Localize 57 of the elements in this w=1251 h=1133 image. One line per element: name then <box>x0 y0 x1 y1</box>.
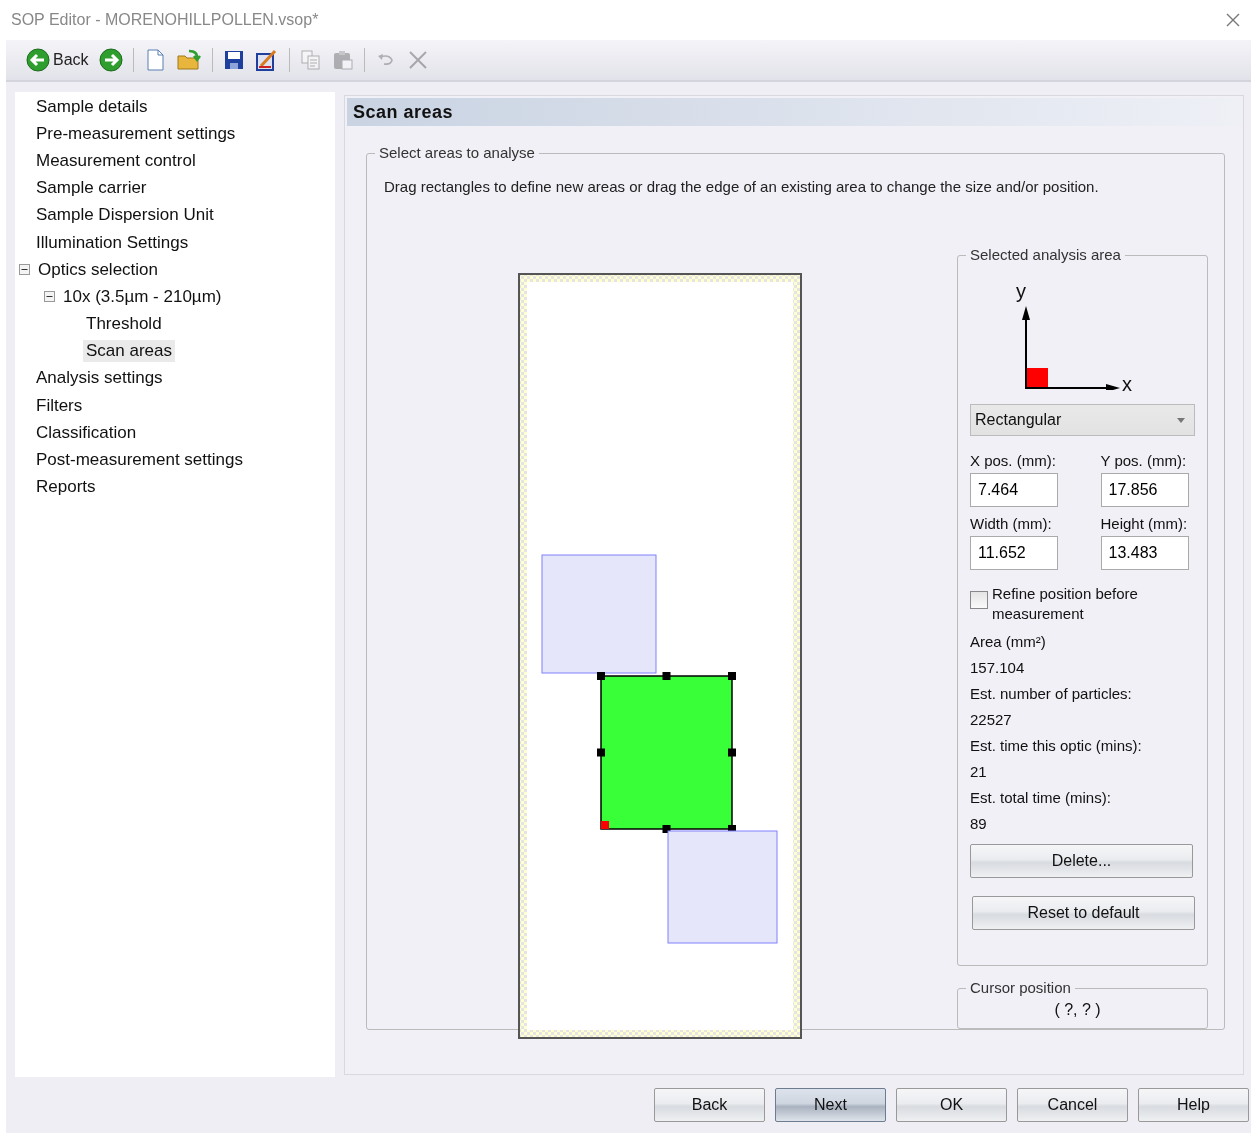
selected-scan-area[interactable] <box>597 672 736 833</box>
tree-item[interactable]: Scan areas <box>83 340 175 363</box>
checkbox[interactable] <box>970 591 988 609</box>
tree-item[interactable]: Optics selection <box>35 258 161 281</box>
dialog-button[interactable]: Next <box>775 1088 886 1122</box>
group-title: Select areas to analyse <box>375 144 539 161</box>
stat-value: 21 <box>970 763 988 780</box>
back-button[interactable]: Back <box>24 46 91 74</box>
field-label: X pos. (mm): <box>970 452 1057 469</box>
dialog-button[interactable]: Help <box>1138 1088 1249 1122</box>
dialog-button[interactable]: Back <box>654 1088 765 1122</box>
input-field[interactable]: 11.652 <box>970 536 1058 570</box>
checkbox-label[interactable]: Refine position before measurement <box>992 584 1162 624</box>
tree-item[interactable]: Illumination Settings <box>33 231 192 254</box>
tree-item[interactable]: Post-measurement settings <box>33 449 246 472</box>
stat-label: Area (mm²) <box>970 633 1047 650</box>
delete-button[interactable]: Delete... <box>970 844 1193 878</box>
stat-value: 22527 <box>970 711 1013 728</box>
group-title: Cursor position <box>966 979 1075 996</box>
sample-carrier-drawing[interactable] <box>518 273 802 1039</box>
tree-item[interactable]: Measurement control <box>33 149 199 172</box>
dropdown-arrow-icon <box>1177 417 1185 423</box>
tree-item[interactable]: Filters <box>33 394 86 417</box>
tree-item[interactable]: Analysis settings <box>33 367 166 390</box>
tree-item[interactable]: 10x (3.5µm - 210µm) <box>60 285 225 308</box>
stat-label: Est. time this optic (mins): <box>970 737 1143 754</box>
dialog-button[interactable]: Cancel <box>1017 1088 1128 1122</box>
input-field[interactable]: 13.483 <box>1100 536 1189 570</box>
tree-item[interactable]: Sample details <box>33 95 151 118</box>
collapse-icon[interactable] <box>19 264 30 276</box>
shape-dropdown[interactable]: Rectangular <box>970 404 1195 436</box>
reset-button[interactable]: Reset to default <box>972 896 1195 930</box>
tree-item[interactable]: Sample carrier <box>33 177 150 200</box>
input-field[interactable]: 7.464 <box>970 473 1058 507</box>
forward-button[interactable] <box>96 46 125 74</box>
stat-value: 89 <box>970 815 988 832</box>
field-label: Width (mm): <box>970 515 1053 532</box>
dialog-button[interactable]: OK <box>896 1088 1007 1122</box>
field-label: Y pos. (mm): <box>1100 452 1188 469</box>
window-title: SOP Editor - MORENOHILLPOLLEN.vsop* <box>11 11 319 29</box>
stat-value: 157.104 <box>970 659 1026 676</box>
tree-item[interactable]: Sample Dispersion Unit <box>33 204 217 227</box>
cursor-position-value: ( ?, ? ) <box>1054 1001 1101 1019</box>
collapse-icon[interactable] <box>44 291 55 303</box>
close-icon[interactable] <box>1225 12 1241 28</box>
tree-item[interactable]: Threshold <box>83 313 165 336</box>
axis-label: y <box>1016 280 1026 303</box>
axis-label: x <box>1122 373 1132 396</box>
stat-label: Est. number of particles: <box>970 685 1133 702</box>
tree-item[interactable]: Classification <box>33 421 140 444</box>
field-label: Height (mm): <box>1100 515 1189 532</box>
stat-label: Est. total time (mins): <box>970 789 1112 806</box>
tree-item[interactable]: Pre-measurement settings <box>33 122 239 145</box>
tree-item[interactable]: Reports <box>33 476 99 499</box>
instructions-text: Drag rectangles to define new areas or drag the edge of an existing area to change the size and/or position. <box>384 178 1100 195</box>
group-title: Selected analysis area <box>966 246 1125 263</box>
input-field[interactable]: 17.856 <box>1100 473 1189 507</box>
